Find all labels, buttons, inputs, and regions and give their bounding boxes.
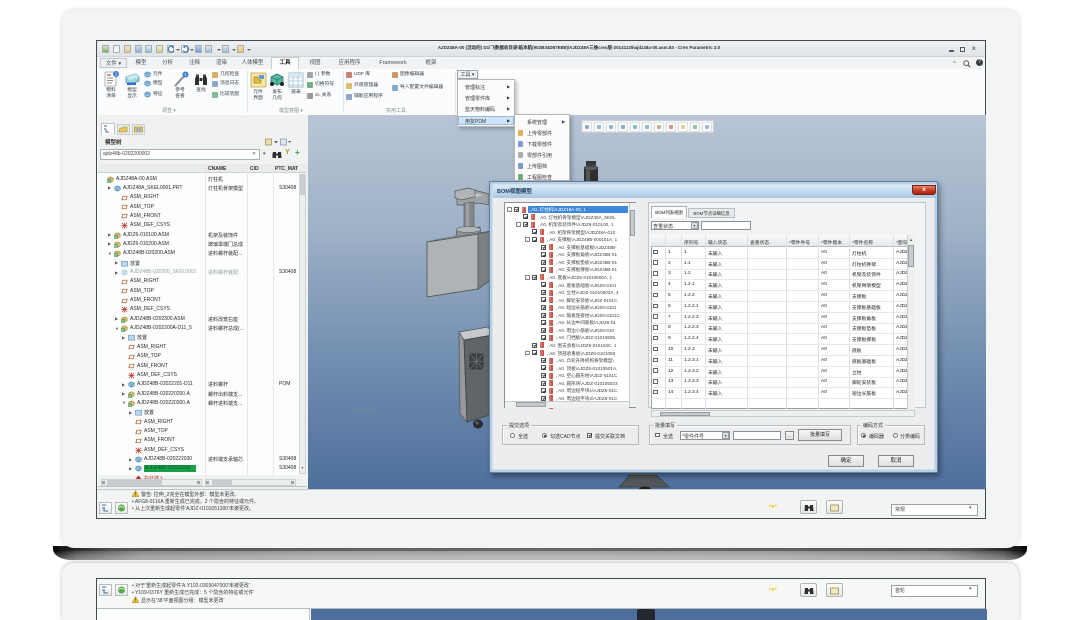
svg-text:18 18:07: 18 18:07 [355, 407, 375, 413]
svg-text:!: ! [135, 598, 136, 604]
